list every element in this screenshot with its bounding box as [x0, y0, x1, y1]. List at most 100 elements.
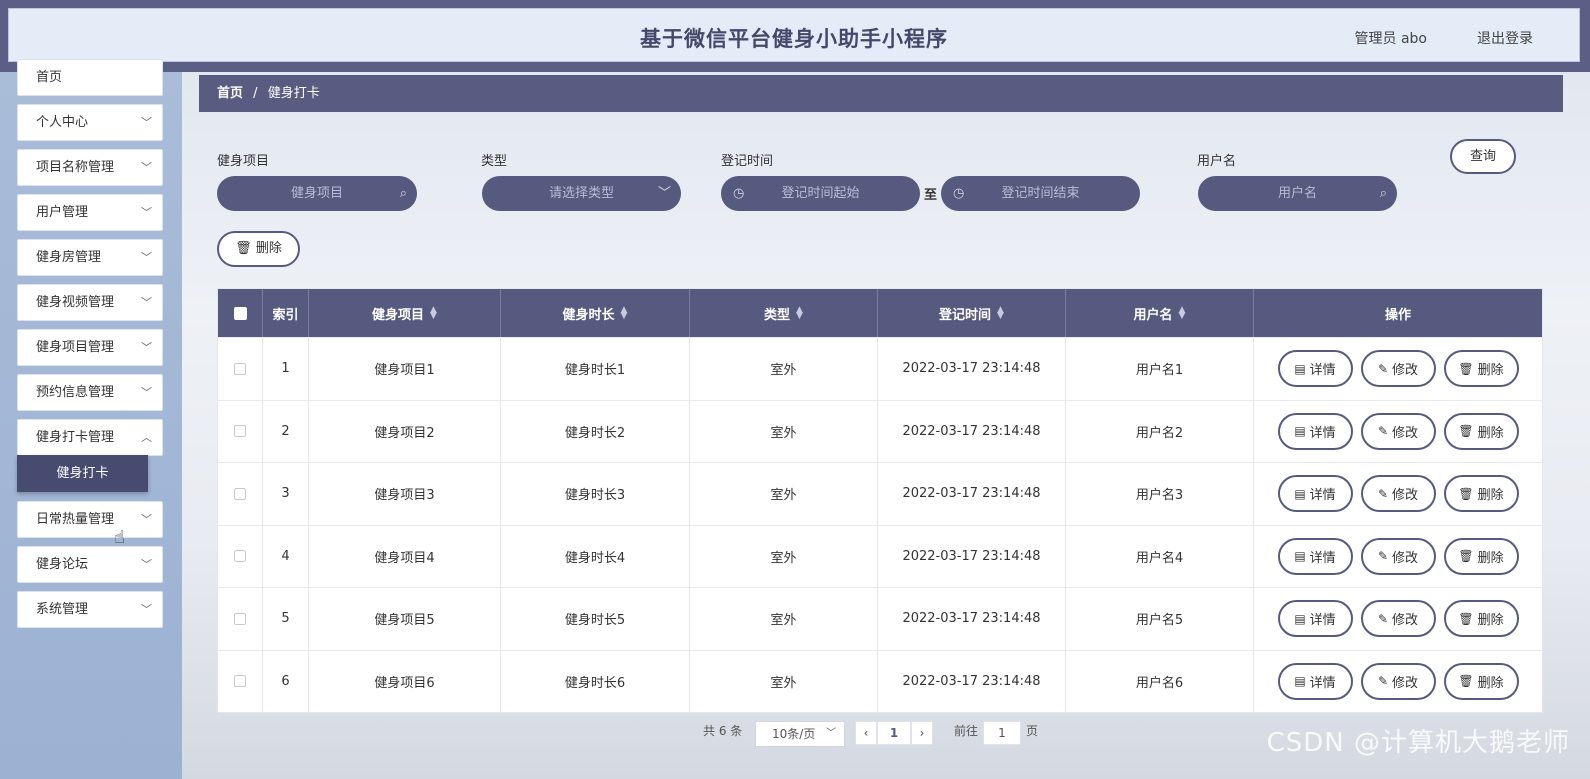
header-duration[interactable]: 健身时长 ▲ ▼: [501, 289, 690, 337]
document-icon: ▤: [1294, 674, 1306, 689]
header-index: 索引: [263, 289, 309, 337]
header-time[interactable]: 登记时间 ▲ ▼: [878, 289, 1066, 337]
pencil-icon: ✎: [1377, 549, 1389, 564]
breadcrumb-home[interactable]: 首页: [217, 86, 243, 101]
sidebar-item-label: 首页: [36, 70, 63, 85]
document-icon: ▤: [1294, 424, 1306, 439]
header-username[interactable]: 用户名 ▲ ▼: [1066, 289, 1254, 337]
range-separator: 至: [924, 188, 938, 203]
query-button[interactable]: 查询: [1450, 139, 1516, 174]
logout-link[interactable]: 退出登录: [1477, 28, 1533, 48]
sidebar-item-project-name[interactable]: 项目名称管理 ﹀: [17, 149, 163, 186]
delete-label: 删除: [1477, 363, 1504, 379]
table-row: 2 健身项目2 健身时长2 室外 2022-03-17 23:14:48 用户名2 ▤ 详情 ✎…: [218, 399, 1542, 462]
header-actions: 操作: [1384, 307, 1411, 323]
edit-button[interactable]: ✎ 修改: [1360, 600, 1436, 638]
sidebar-item-fitness-project[interactable]: 健身项目管理 ﹀: [17, 329, 163, 366]
sidebar-item-forum[interactable]: 健身论坛 ﹀: [17, 546, 163, 583]
sidebar-item-personal-center[interactable]: 个人中心 ﹀: [17, 104, 163, 141]
cell-username: 用户名4: [1066, 525, 1254, 587]
app-title: 基于微信平台健身小助手小程序: [640, 27, 948, 51]
edit-button[interactable]: ✎ 修改: [1360, 475, 1436, 513]
header-project[interactable]: 健身项目 ▲ ▼: [309, 289, 501, 337]
edit-label: 修改: [1392, 613, 1419, 629]
delete-label: 删除: [1477, 425, 1504, 441]
pointer-cursor-icon: ☝: [114, 527, 125, 548]
edit-label: 修改: [1392, 425, 1419, 441]
sidebar-item-checkin[interactable]: 健身打卡管理 ︿: [17, 419, 163, 456]
sidebar-item-booking[interactable]: 预约信息管理 ﹀: [17, 374, 163, 411]
time-start-input[interactable]: ◷ 登记时间起始: [721, 176, 920, 211]
sidebar-item-label: 个人中心: [36, 115, 89, 130]
search-icon: ⌕: [399, 186, 407, 201]
sidebar-item-video[interactable]: 健身视频管理 ﹀: [17, 284, 163, 321]
prev-page-button[interactable]: ‹: [855, 721, 877, 745]
document-icon: ▤: [1294, 486, 1306, 501]
next-page-button[interactable]: ›: [911, 721, 933, 745]
edit-button[interactable]: ✎ 修改: [1360, 537, 1436, 575]
delete-button[interactable]: 🗑 删除: [1443, 600, 1519, 638]
row-checkbox[interactable]: [234, 675, 246, 688]
detail-label: 详情: [1309, 363, 1336, 379]
breadcrumb-current: 健身打卡: [267, 86, 320, 101]
trash-icon: 🗑: [1458, 611, 1474, 626]
detail-button[interactable]: ▤ 详情: [1277, 412, 1353, 450]
cell-time: 2022-03-17 23:14:48: [878, 588, 1066, 650]
delete-button[interactable]: 🗑 删除: [1443, 537, 1519, 575]
header-type[interactable]: 类型 ▲ ▼: [690, 289, 878, 337]
detail-button[interactable]: ▤ 详情: [1277, 537, 1353, 575]
pencil-icon: ✎: [1377, 611, 1389, 626]
sidebar-item-system[interactable]: 系统管理 ﹀: [17, 591, 163, 628]
sort-icon: ▲ ▼: [620, 305, 628, 321]
goto-page-input[interactable]: 1: [983, 721, 1021, 745]
sidebar-item-users[interactable]: 用户管理 ﹀: [17, 194, 163, 231]
delete-button[interactable]: 🗑 删除: [1443, 475, 1519, 513]
trash-icon: 🗑: [1458, 424, 1474, 439]
page-unit-label: 页: [1026, 724, 1039, 738]
username-filter-label: 用户名: [1197, 154, 1237, 169]
sidebar-item-home[interactable]: 首页: [17, 59, 163, 96]
trash-icon: 🗑: [235, 241, 252, 256]
row-checkbox[interactable]: [234, 612, 246, 625]
edit-button[interactable]: ✎ 修改: [1360, 662, 1436, 700]
project-search-input[interactable]: 健身项目 ⌕: [217, 176, 417, 211]
page-number-current[interactable]: 1: [877, 721, 911, 745]
trash-icon: 🗑: [1458, 549, 1474, 564]
header-panel: 基于微信平台健身小助手小程序 管理员 abo 退出登录: [8, 8, 1580, 62]
select-cell: [218, 463, 263, 525]
row-checkbox[interactable]: [234, 362, 246, 375]
edit-button[interactable]: ✎ 修改: [1360, 350, 1436, 388]
table-row: 6 健身项目6 健身时长6 室外 2022-03-17 23:14:48 用户名6 ▤ 详情 ✎…: [218, 649, 1542, 712]
delete-button[interactable]: 🗑 删除: [1443, 662, 1519, 700]
detail-button[interactable]: ▤ 详情: [1277, 475, 1353, 513]
delete-label: 删除: [1477, 488, 1504, 504]
table-body: 1 健身项目1 健身时长1 室外 2022-03-17 23:14:48 用户名1 ▤ 详情 ✎…: [218, 337, 1542, 712]
edit-button[interactable]: ✎ 修改: [1360, 412, 1436, 450]
sidebar-item-calories[interactable]: 日常热量管理 ﹀: [17, 501, 163, 538]
cell-type: 室外: [690, 650, 878, 712]
delete-label: 删除: [1477, 675, 1504, 691]
detail-button[interactable]: ▤ 详情: [1277, 600, 1353, 638]
type-select[interactable]: 请选择类型 ﹀: [482, 176, 681, 211]
cell-project: 健身项目3: [309, 463, 501, 525]
delete-button[interactable]: 🗑 删除: [1443, 412, 1519, 450]
detail-button[interactable]: ▤ 详情: [1277, 662, 1353, 700]
detail-button[interactable]: ▤ 详情: [1277, 350, 1353, 388]
current-user: 管理员 abo: [1354, 31, 1427, 47]
page-size-select[interactable]: 10条/页 ﹀: [755, 721, 845, 747]
sidebar-subitem-checkin[interactable]: 健身打卡: [17, 455, 148, 492]
sidebar-item-gym[interactable]: 健身房管理 ﹀: [17, 239, 163, 276]
row-checkbox[interactable]: [234, 425, 246, 438]
delete-button[interactable]: 🗑 删除: [1443, 350, 1519, 388]
select-all-checkbox[interactable]: [233, 306, 247, 320]
clock-icon: ◷: [953, 186, 965, 201]
row-checkbox[interactable]: [234, 487, 246, 500]
row-checkbox[interactable]: [234, 550, 246, 563]
trash-icon: 🗑: [1458, 361, 1474, 376]
top-bar: 基于微信平台健身小助手小程序 管理员 abo 退出登录: [0, 0, 1590, 72]
username-search-input[interactable]: 用户名 ⌕: [1198, 176, 1397, 211]
time-end-input[interactable]: ◷ 登记时间结束: [941, 176, 1140, 211]
bulk-delete-button[interactable]: 🗑 删除: [217, 231, 300, 267]
cell-time: 2022-03-17 23:14:48: [878, 463, 1066, 525]
chevron-down-icon: ﹀: [141, 296, 152, 309]
